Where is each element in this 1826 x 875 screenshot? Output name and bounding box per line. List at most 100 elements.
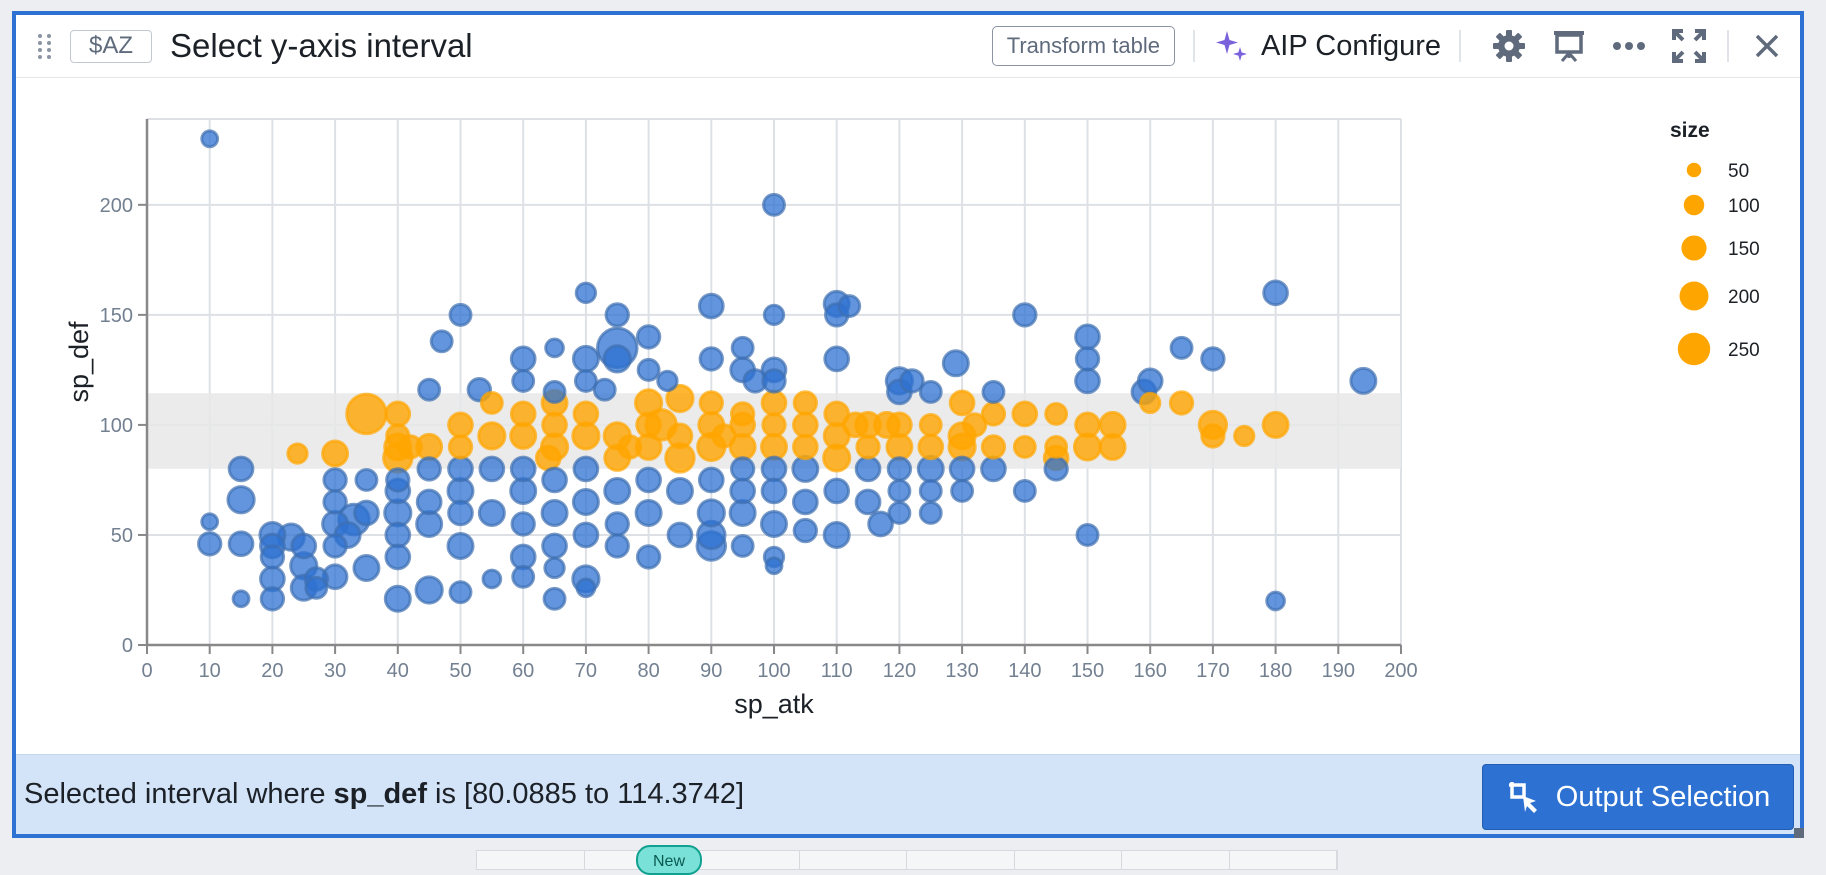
scatter-chart[interactable]: 0 10 20 30 40 50 60 70 80 90 100 110 120 130 140 150 160… (16, 79, 1800, 759)
data-point[interactable] (855, 434, 881, 460)
data-point[interactable] (980, 401, 1007, 427)
data-point[interactable] (1261, 410, 1290, 439)
chart-area[interactable]: 0 10 20 30 40 50 60 70 80 90 100 110 120 130 140 150 160… (16, 79, 1800, 759)
variable-chip[interactable]: $AZ (70, 29, 153, 63)
data-point[interactable] (544, 337, 565, 359)
data-point[interactable] (666, 521, 694, 549)
data-point[interactable] (511, 368, 536, 393)
data-point[interactable] (385, 467, 411, 493)
data-point[interactable] (604, 511, 630, 537)
data-point[interactable] (730, 534, 755, 558)
data-point[interactable] (354, 467, 379, 492)
data-point[interactable] (760, 455, 788, 483)
data-point[interactable] (1012, 478, 1037, 503)
data-point[interactable] (761, 368, 787, 394)
data-point[interactable] (697, 292, 725, 320)
data-point[interactable] (1168, 390, 1195, 416)
data-point[interactable] (509, 400, 537, 428)
data-point[interactable] (571, 487, 600, 516)
data-point[interactable] (711, 423, 737, 449)
data-point[interactable] (1262, 279, 1289, 307)
data-point[interactable] (918, 500, 943, 525)
data-point[interactable] (259, 586, 286, 612)
data-point[interactable] (918, 412, 943, 437)
data-point[interactable] (696, 498, 726, 528)
resize-handle[interactable] (1794, 828, 1804, 838)
data-point[interactable] (604, 533, 630, 559)
data-point[interactable] (510, 511, 536, 537)
data-point[interactable] (384, 543, 412, 571)
data-point[interactable] (918, 379, 943, 404)
data-point[interactable] (511, 564, 536, 589)
data-point[interactable] (918, 478, 943, 503)
data-point[interactable] (729, 477, 757, 505)
data-point[interactable] (792, 390, 819, 416)
data-point[interactable] (227, 455, 255, 483)
data-point[interactable] (1044, 401, 1069, 426)
data-point[interactable] (1200, 423, 1226, 449)
data-point[interactable] (286, 442, 309, 465)
data-point[interactable] (729, 401, 756, 427)
data-point[interactable] (823, 345, 851, 373)
data-point[interactable] (635, 544, 662, 570)
data-point[interactable] (447, 434, 474, 460)
data-point[interactable] (917, 433, 945, 461)
data-point[interactable] (764, 556, 784, 576)
data-point[interactable] (886, 456, 913, 482)
data-point[interactable] (259, 544, 286, 570)
data-point[interactable] (448, 302, 473, 327)
data-point[interactable] (636, 357, 661, 382)
data-point[interactable] (729, 456, 756, 482)
data-point[interactable] (1044, 434, 1069, 459)
data-point[interactable] (604, 302, 630, 328)
data-point[interactable] (1074, 411, 1101, 439)
data-point[interactable] (416, 456, 442, 482)
data-point[interactable] (541, 466, 568, 494)
data-point[interactable] (352, 553, 381, 582)
data-point[interactable] (1265, 590, 1286, 612)
data-point[interactable] (322, 489, 348, 515)
data-point[interactable] (322, 533, 348, 559)
data-point[interactable] (447, 411, 474, 439)
data-point[interactable] (542, 586, 567, 611)
data-point[interactable] (509, 345, 537, 373)
data-point[interactable] (477, 421, 507, 451)
data-point[interactable] (226, 485, 256, 515)
data-point[interactable] (227, 530, 255, 558)
data-point[interactable] (980, 434, 1007, 460)
data-point[interactable] (887, 478, 912, 503)
data-point[interactable] (384, 521, 412, 549)
data-point[interactable] (1200, 346, 1226, 372)
data-point[interactable] (1012, 434, 1037, 459)
output-selection-button[interactable]: Output Selection (1482, 764, 1794, 830)
data-point[interactable] (1011, 400, 1039, 428)
data-point[interactable] (572, 521, 600, 549)
data-point[interactable] (603, 476, 632, 505)
data-point[interactable] (540, 498, 569, 527)
data-point[interactable] (1043, 456, 1069, 482)
data-point[interactable] (762, 303, 786, 327)
data-point[interactable] (1136, 367, 1164, 395)
data-point[interactable] (666, 422, 694, 450)
data-point[interactable] (447, 455, 474, 483)
data-point[interactable] (509, 455, 537, 483)
data-point[interactable] (887, 500, 912, 525)
data-point[interactable] (948, 455, 976, 483)
data-point[interactable] (1075, 522, 1100, 547)
data-point[interactable] (842, 411, 869, 439)
data-point[interactable] (572, 400, 600, 428)
data-point[interactable] (200, 512, 220, 532)
data-point[interactable] (477, 498, 506, 527)
data-point[interactable] (602, 344, 632, 374)
data-point[interactable] (571, 344, 600, 373)
aip-configure-button[interactable]: AIP Configure (1213, 27, 1441, 65)
data-point[interactable] (231, 589, 251, 609)
data-point[interactable] (542, 379, 567, 404)
close-button[interactable] (1748, 27, 1786, 65)
data-point[interactable] (698, 390, 724, 416)
data-point[interactable] (304, 575, 329, 600)
data-point[interactable] (635, 466, 662, 494)
data-point[interactable] (345, 392, 388, 436)
data-point[interactable] (574, 281, 598, 305)
settings-button[interactable] (1490, 27, 1528, 65)
